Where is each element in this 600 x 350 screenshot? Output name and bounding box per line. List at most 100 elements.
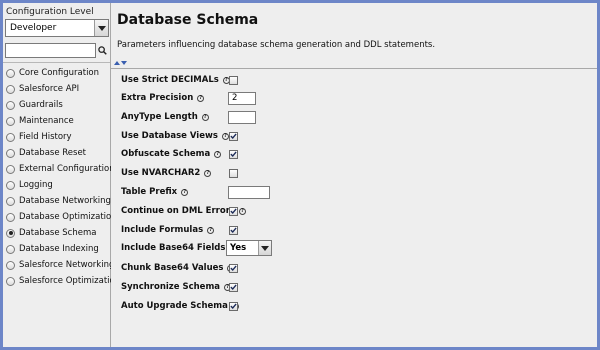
sidebar-item-label: Database Networking xyxy=(19,196,111,206)
use-strict-decimals-checkbox[interactable] xyxy=(229,75,238,85)
splitter-divider xyxy=(111,68,597,69)
sidebar-item-label: Maintenance xyxy=(19,116,74,126)
help-icon[interactable]: ? xyxy=(197,94,205,102)
setting-label: Auto Upgrade Schema? xyxy=(121,301,239,311)
setting-row-anytype-length: AnyType Length? xyxy=(111,109,597,125)
include-formulas-checkbox[interactable] xyxy=(229,225,238,235)
setting-label-text: Chunk Base64 Values xyxy=(121,263,224,273)
anytype-length-field[interactable] xyxy=(228,110,256,124)
obfuscate-schema-checkbox[interactable] xyxy=(229,149,238,159)
help-icon[interactable]: ? xyxy=(214,150,222,158)
sidebar-item-logging[interactable]: Logging xyxy=(3,177,110,193)
search-icon[interactable] xyxy=(96,43,109,58)
radio-icon[interactable] xyxy=(6,164,15,174)
sidebar-item-label: Core Configuration xyxy=(19,68,100,78)
setting-label-text: Obfuscate Schema xyxy=(121,149,211,159)
setting-row-continue-on-dml-errors: Continue on DML Errors? xyxy=(111,203,597,219)
radio-icon[interactable] xyxy=(6,68,15,78)
setting-label-text: Use Database Views xyxy=(121,131,218,141)
setting-row-use-strict-decimals: Use Strict DECIMALs? xyxy=(111,72,597,88)
continue-on-dml-errors-checkbox[interactable] xyxy=(229,206,238,216)
check-icon xyxy=(230,303,237,310)
radio-icon[interactable] xyxy=(6,148,15,158)
sidebar-item-label: Database Reset xyxy=(19,148,87,158)
expand-down-icon[interactable] xyxy=(121,61,127,65)
setting-label: Extra Precision? xyxy=(121,93,205,103)
setting-label-text: Use NVARCHAR2 xyxy=(121,168,201,178)
synchronize-schema-checkbox[interactable] xyxy=(229,282,238,292)
radio-selected-icon[interactable] xyxy=(6,228,15,238)
check-icon xyxy=(230,151,237,158)
setting-row-use-nvarchar2: Use NVARCHAR2? xyxy=(111,165,597,181)
setting-row-include-formulas: Include Formulas? xyxy=(111,222,597,238)
sidebar-item-guardrails[interactable]: Guardrails xyxy=(3,97,110,113)
sidebar-item-database-reset[interactable]: Database Reset xyxy=(3,145,110,161)
setting-label-text: Include Base64 Fields xyxy=(121,243,226,253)
radio-icon[interactable] xyxy=(6,84,15,94)
radio-icon[interactable] xyxy=(6,196,15,206)
radio-icon[interactable] xyxy=(6,244,15,254)
sidebar-item-core-configuration[interactable]: Core Configuration xyxy=(3,65,110,81)
radio-icon[interactable] xyxy=(6,260,15,270)
setting-label: Obfuscate Schema? xyxy=(121,149,222,159)
sidebar-item-salesforce-optimization[interactable]: Salesforce Optimization xyxy=(3,273,120,289)
splitter-handle[interactable] xyxy=(111,60,597,67)
collapse-up-icon[interactable] xyxy=(114,61,120,65)
chunk-base64-values-checkbox[interactable] xyxy=(229,263,238,273)
radio-icon[interactable] xyxy=(6,132,15,142)
sidebar-item-field-history[interactable]: Field History xyxy=(3,129,110,145)
help-icon[interactable]: ? xyxy=(221,132,229,140)
check-icon xyxy=(230,265,237,272)
sidebar-item-salesforce-networking[interactable]: Salesforce Networking xyxy=(3,257,114,273)
help-icon[interactable]: ? xyxy=(181,188,189,196)
setting-row-include-base64-fields: Include Base64 Fields?Yes xyxy=(111,240,597,256)
sidebar-item-label: External Configuration xyxy=(19,164,115,174)
page-description: Parameters influencing database schema g… xyxy=(117,40,436,50)
sidebar-item-maintenance[interactable]: Maintenance xyxy=(3,113,110,129)
setting-row-obfuscate-schema: Obfuscate Schema? xyxy=(111,146,597,162)
sidebar-item-label: Salesforce API xyxy=(19,84,80,94)
radio-icon[interactable] xyxy=(6,276,15,286)
sidebar-item-label: Database Optimization xyxy=(19,212,117,222)
sidebar-item-database-optimization[interactable]: Database Optimization xyxy=(3,209,117,225)
setting-label-text: Synchronize Schema xyxy=(121,282,221,292)
setting-label-text: Table Prefix xyxy=(121,187,178,197)
table-prefix-field[interactable] xyxy=(228,185,270,199)
setting-label: Use NVARCHAR2? xyxy=(121,168,212,178)
radio-icon[interactable] xyxy=(6,212,15,222)
help-icon[interactable]: ? xyxy=(204,169,212,177)
check-icon xyxy=(230,208,237,215)
setting-label-text: Continue on DML Errors xyxy=(121,206,235,216)
search-input[interactable] xyxy=(5,42,96,58)
include-base64-fields-select[interactable]: Yes xyxy=(226,240,272,256)
sidebar-item-database-indexing[interactable]: Database Indexing xyxy=(3,241,110,257)
radio-icon[interactable] xyxy=(6,100,15,110)
radio-icon[interactable] xyxy=(6,116,15,126)
setting-label-text: Include Formulas xyxy=(121,225,204,235)
sidebar-item-external-configuration[interactable]: External Configuration xyxy=(3,161,115,177)
setting-label: AnyType Length? xyxy=(121,112,209,122)
sidebar-item-database-schema[interactable]: Database Schema xyxy=(3,225,110,241)
sidebar-item-database-networking[interactable]: Database Networking xyxy=(3,193,111,209)
setting-label-text: Auto Upgrade Schema xyxy=(121,301,228,311)
help-icon[interactable]: ? xyxy=(207,226,215,234)
auto-upgrade-schema-checkbox[interactable] xyxy=(229,301,238,311)
select-value: Yes xyxy=(230,243,247,253)
sidebar-item-label: Database Indexing xyxy=(19,244,99,254)
sidebar-item-salesforce-api[interactable]: Salesforce API xyxy=(3,81,110,97)
use-database-views-checkbox[interactable] xyxy=(229,131,238,141)
help-icon[interactable]: ? xyxy=(201,113,209,121)
check-icon xyxy=(230,133,237,140)
page-title: Database Schema xyxy=(117,12,259,28)
sidebar-item-label: Guardrails xyxy=(19,100,63,110)
radio-icon[interactable] xyxy=(6,180,15,190)
sidebar-nav: Core Configuration Salesforce API Guardrai… xyxy=(3,65,120,289)
config-level-select[interactable]: Developer xyxy=(5,19,109,37)
select-dropdown-button[interactable] xyxy=(258,241,271,255)
sidebar-divider xyxy=(3,62,110,63)
sidebar-item-label: Salesforce Optimization xyxy=(19,276,121,286)
use-nvarchar2-checkbox[interactable] xyxy=(229,168,238,178)
help-icon[interactable]: ? xyxy=(238,207,246,215)
config-level-dropdown-button[interactable] xyxy=(94,20,108,36)
extra-precision-field[interactable]: 2 xyxy=(228,91,256,105)
